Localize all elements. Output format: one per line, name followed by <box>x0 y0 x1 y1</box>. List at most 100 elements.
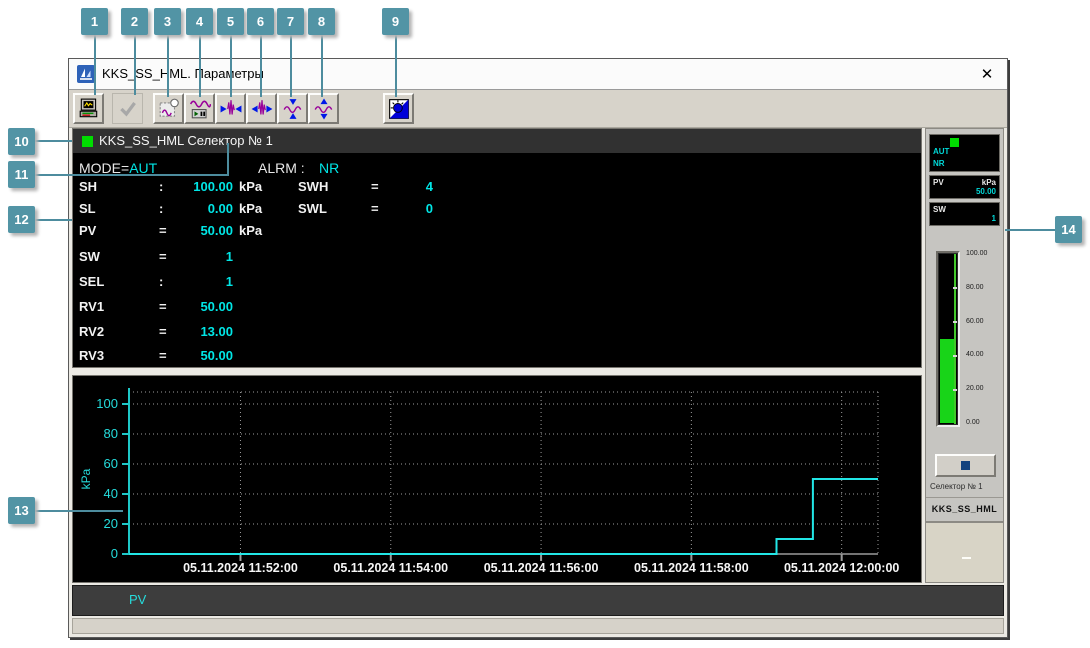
callout-4: 4 <box>186 8 213 35</box>
expand-time-axis-icon <box>251 99 272 115</box>
param-row-sh: SH: 100.00 kPa SWH = 4 <box>79 179 919 197</box>
faceplate-select-button[interactable] <box>935 454 996 477</box>
svg-text:kPa: kPa <box>79 468 93 489</box>
apply-button[interactable] <box>112 93 143 124</box>
tag-title: KKS_SS_HML Селектор № 1 <box>99 133 273 148</box>
gauge-label-100: 100.00 <box>966 250 988 257</box>
callout-line-9 <box>395 35 397 97</box>
status-indicator <box>950 138 959 147</box>
compress-time-axis-button[interactable] <box>215 93 246 124</box>
titlebar[interactable]: KKS_SS_HML. Параметры ✕ <box>69 59 1007 90</box>
param-value2: 0 <box>425 201 433 216</box>
param-label: SL <box>79 201 96 216</box>
callout-12: 12 <box>8 206 35 233</box>
callout-13: 13 <box>8 497 35 524</box>
svg-text:40: 40 <box>104 486 118 501</box>
param-label: SH <box>79 179 98 194</box>
trend-chart[interactable]: 05.11.2024 11:52:00 05.11.2024 11:54:00 05… <box>72 375 922 583</box>
expand-value-axis-button[interactable] <box>308 93 339 124</box>
param-value: 50.00 <box>200 348 233 363</box>
trend-run-pause-button[interactable] <box>184 93 215 124</box>
param-sep: : <box>159 179 164 194</box>
close-button[interactable]: ✕ <box>975 62 999 86</box>
trend-plot: 05.11.2024 11:52:00 05.11.2024 11:54:00 05… <box>79 388 899 575</box>
expand-value-axis-icon <box>314 98 332 119</box>
param-sep: = <box>159 249 167 264</box>
gauge-tick <box>953 287 957 289</box>
param-label: RV1 <box>79 299 105 314</box>
trend-legend-bar: PV <box>72 585 1004 616</box>
param-value: 100.00 <box>193 179 233 194</box>
callout-line-7 <box>290 35 292 97</box>
param-label: RV2 <box>79 324 105 339</box>
param-label2: SWH <box>298 179 329 194</box>
callout-line-14 <box>1005 229 1055 231</box>
param-unit: kPa <box>239 201 263 216</box>
param-sep: = <box>159 299 167 314</box>
gauge-label-20: 20.00 <box>966 385 984 392</box>
bar-gauge-fill <box>940 339 954 423</box>
compress-value-axis-button[interactable] <box>277 93 308 124</box>
callout-8: 8 <box>308 8 335 35</box>
param-row-sw: SW = 1 <box>79 249 919 267</box>
param-sep: : <box>159 201 164 216</box>
expand-time-axis-button[interactable] <box>246 93 277 124</box>
param-sep: = <box>159 324 167 339</box>
svg-text:05.11.2024 12:00:00: 05.11.2024 12:00:00 <box>784 561 899 575</box>
bar-gauge-track <box>939 254 957 424</box>
legend-series-pv[interactable]: PV <box>129 592 146 607</box>
gauge-label-40: 40.00 <box>966 351 984 358</box>
param-value2: 4 <box>425 179 433 194</box>
svg-text:0: 0 <box>111 546 118 561</box>
param-row-sel: SEL: 1 <box>79 274 919 292</box>
compress-time-axis-icon <box>220 99 241 115</box>
snapshot-button[interactable] <box>153 93 184 124</box>
callout-line-2 <box>134 35 136 95</box>
param-value: 13.00 <box>200 324 233 339</box>
invert-colors-button[interactable] <box>383 93 414 124</box>
sw-value: 1 <box>991 214 996 223</box>
callout-line-8 <box>321 35 323 97</box>
param-value: 50.00 <box>200 299 233 314</box>
gauge-tick <box>953 355 957 357</box>
parameter-panel: KKS_SS_HML Селектор № 1 MODE=AUT ALRM : N… <box>72 128 922 368</box>
window-title: KKS_SS_HML. Параметры <box>102 66 264 81</box>
app-icon <box>77 65 95 83</box>
param-row-pv: PV = 50.00 kPa <box>79 223 919 241</box>
pv-value: 50.00 <box>975 187 996 196</box>
print-trend-button[interactable] <box>73 93 104 124</box>
gauge-label-80: 80.00 <box>966 284 984 291</box>
callout-line-11 <box>35 174 229 176</box>
param-sep: = <box>159 223 167 238</box>
alarm-value: NR <box>933 159 945 168</box>
svg-text:80: 80 <box>104 426 118 441</box>
svg-text:05.11.2024 11:52:00: 05.11.2024 11:52:00 <box>183 561 298 575</box>
callout-11: 11 <box>8 161 35 188</box>
param-label: SW <box>79 249 100 264</box>
param-label: RV3 <box>79 348 105 363</box>
callout-14: 14 <box>1055 216 1082 243</box>
param-row-rv2: RV2 = 13.00 <box>79 324 919 342</box>
faceplate-pv-box: PV kPa 50.00 <box>929 175 1000 199</box>
callout-7: 7 <box>277 8 304 35</box>
gauge-label-60: 60.00 <box>966 318 984 325</box>
callout-6: 6 <box>247 8 274 35</box>
snapshot-image-icon <box>159 98 179 117</box>
param-sep2: = <box>371 179 379 194</box>
callout-5: 5 <box>217 8 244 35</box>
param-label2: SWL <box>298 201 327 216</box>
alrm-value: NR <box>319 160 340 176</box>
param-label: PV <box>79 223 97 238</box>
faceplate-tag-label: Селектор № 1 <box>930 482 983 491</box>
compress-value-axis-icon <box>283 98 301 119</box>
callout-line-13 <box>35 510 123 512</box>
param-value: 1 <box>225 249 233 264</box>
callout-line-3 <box>167 35 169 97</box>
callout-line-4 <box>199 35 201 97</box>
faceplate-footer-area <box>925 522 1004 583</box>
print-trend-icon <box>79 98 97 117</box>
trend-run-pause-icon <box>189 100 211 118</box>
faceplate-panel: AUT NR PV kPa 50.00 SW 1 100.00 80.00 60… <box>925 128 1004 522</box>
parameters-window: KKS_SS_HML. Параметры ✕ KKS_SS_HML Селек… <box>68 58 1008 638</box>
pv-label: PV <box>933 178 944 187</box>
